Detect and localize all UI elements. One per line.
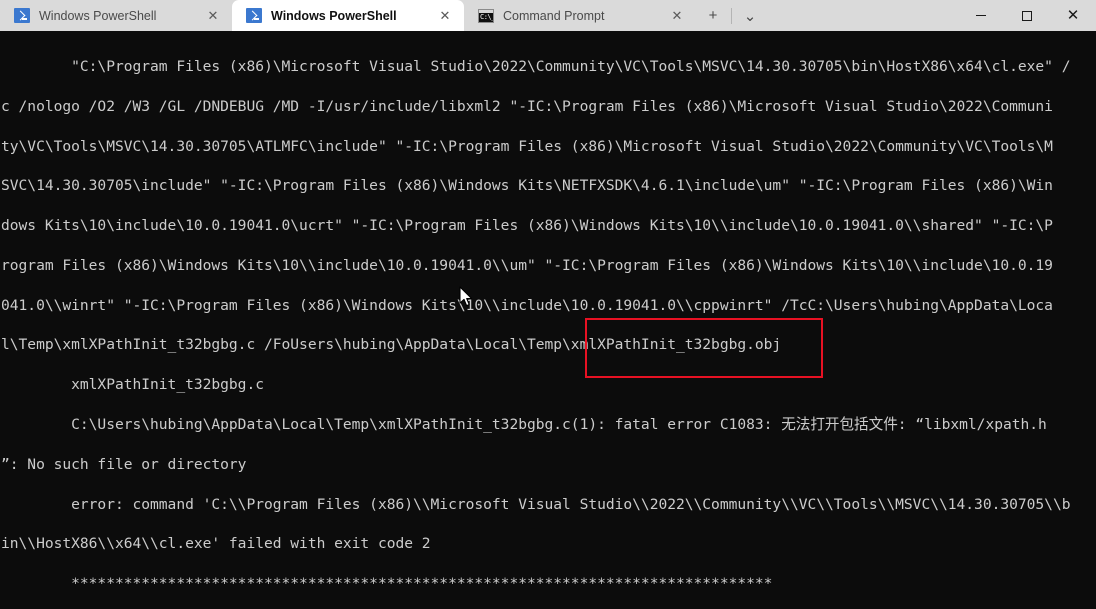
- new-tab-button[interactable]: +: [696, 0, 730, 31]
- title-bar: Windows PowerShell ✕ Windows PowerShell …: [0, 0, 1096, 31]
- close-icon[interactable]: ✕: [668, 7, 686, 25]
- tab-windows-powershell-1[interactable]: Windows PowerShell ✕: [0, 0, 232, 31]
- minimize-button[interactable]: [958, 0, 1004, 31]
- powershell-icon: [14, 8, 30, 23]
- output-line: dows Kits\10\include\10.0.19041.0\ucrt" …: [1, 217, 1053, 235]
- output-line: error: command 'C:\\Program Files (x86)\…: [1, 495, 1071, 513]
- tab-windows-powershell-2[interactable]: Windows PowerShell ✕: [232, 0, 464, 31]
- terminal-output-pane[interactable]: "C:\Program Files (x86)\Microsoft Visual…: [0, 31, 1096, 609]
- command-prompt-icon-text: C:\_: [480, 12, 494, 21]
- close-icon: ✕: [1066, 7, 1080, 24]
- output-line-fatal-error: C:\Users\hubing\AppData\Local\Temp\xmlXP…: [1, 416, 1047, 434]
- close-icon[interactable]: ✕: [436, 7, 454, 25]
- output-line: SVC\14.30.30705\include" "-IC:\Program F…: [1, 177, 1053, 195]
- powershell-icon: [246, 8, 262, 23]
- output-line: c /nologo /O2 /W3 /GL /DNDEBUG /MD -I/us…: [1, 97, 1053, 115]
- output-line: "C:\Program Files (x86)\Microsoft Visual…: [1, 57, 1071, 75]
- terminal-text: "C:\Program Files (x86)\Microsoft Visual…: [1, 37, 1071, 609]
- output-line: ”: No such file or directory: [1, 455, 247, 473]
- maximize-button[interactable]: [1004, 0, 1050, 31]
- close-window-button[interactable]: ✕: [1050, 0, 1096, 31]
- tab-title: Command Prompt: [503, 8, 605, 23]
- close-icon[interactable]: ✕: [204, 7, 222, 25]
- output-line: in\\HostX86\\x64\\cl.exe' failed with ex…: [1, 535, 431, 553]
- window-controls: ✕: [958, 0, 1096, 31]
- output-line: rogram Files (x86)\Windows Kits\10\\incl…: [1, 256, 1053, 274]
- command-prompt-icon: C:\_: [478, 8, 494, 23]
- chevron-down-icon[interactable]: ⌄: [733, 0, 767, 31]
- tab-title: Windows PowerShell: [39, 8, 157, 23]
- tab-strip: Windows PowerShell ✕ Windows PowerShell …: [0, 0, 767, 31]
- output-line: l\Temp\xmlXPathInit_t32bgbg.c /FoUsers\h…: [1, 336, 782, 354]
- tab-title: Windows PowerShell: [271, 8, 397, 23]
- output-line: xmlXPathInit_t32bgbg.c: [1, 376, 264, 394]
- output-line-asterisks: ****************************************…: [1, 575, 773, 593]
- output-line: ty\VC\Tools\MSVC\14.30.30705\ATLMFC\incl…: [1, 137, 1053, 155]
- output-line: 041.0\\winrt" "-IC:\Program Files (x86)\…: [1, 296, 1053, 314]
- toolbar-separator: [731, 7, 732, 24]
- tab-command-prompt[interactable]: C:\_ Command Prompt ✕: [464, 0, 696, 31]
